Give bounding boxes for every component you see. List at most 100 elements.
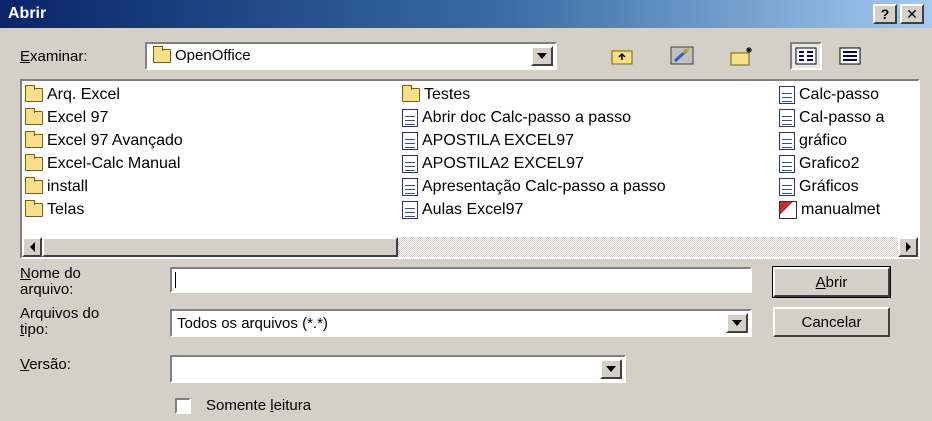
file-name: Excel 97 Avançado	[47, 132, 183, 149]
file-name: Apresentação Calc-passo a passo	[422, 178, 666, 195]
help-button[interactable]: ?	[873, 4, 897, 24]
open-button[interactable]: Abrir	[772, 266, 891, 298]
open-mnemonic: A	[815, 273, 826, 291]
up-folder-icon	[611, 50, 633, 65]
filetype-label-line1: Arquivos do	[20, 305, 100, 322]
filename-label-rest: ome do	[30, 265, 81, 282]
file-list-item[interactable]: install	[25, 175, 183, 198]
scroll-right-button[interactable]	[898, 237, 918, 257]
folder-icon	[25, 199, 43, 217]
arrow-left-icon	[29, 242, 35, 252]
version-mnemonic: V	[20, 356, 30, 373]
document-icon	[402, 108, 418, 127]
folder-icon	[25, 84, 43, 102]
file-list-item[interactable]: APOSTILA EXCEL97	[402, 129, 666, 152]
look-in-row: OpenOffice	[153, 46, 251, 64]
file-list-item[interactable]: Excel 97 Avançado	[25, 129, 183, 152]
filename-label-line2: arquivo:	[20, 281, 74, 298]
cancel-label: Cancelar	[801, 313, 862, 331]
file-list-item[interactable]: Testes	[402, 83, 666, 106]
file-column-2: Testes Abrir doc Calc-passo a passo APOSTI…	[402, 83, 666, 221]
document-icon	[779, 85, 795, 104]
arrow-right-icon	[905, 242, 911, 252]
file-list-item[interactable]: Aulas Excel97	[402, 198, 666, 221]
file-list-item[interactable]: Calc-passo	[779, 83, 884, 106]
list-view-button[interactable]	[790, 42, 822, 70]
look-in-label-rest: xaminar:	[30, 48, 88, 65]
readonly-label-pre: Somente	[206, 397, 271, 414]
filetype-dropdown-button[interactable]	[726, 313, 748, 333]
new-folder-button[interactable]	[726, 42, 758, 70]
file-name: Arq. Excel	[47, 86, 120, 103]
file-name: Excel 97	[47, 109, 109, 126]
file-name: Gráficos	[799, 178, 859, 195]
file-list-item[interactable]: Telas	[25, 198, 183, 221]
file-list[interactable]: Arq. Excel Excel 97 Excel 97 Avançado Excel…	[20, 79, 920, 259]
filename-label-line1: Nome do	[20, 266, 81, 282]
file-list-item[interactable]: Grafico2	[779, 152, 884, 175]
look-in-dropdown-button[interactable]	[531, 46, 553, 66]
file-name: manualmet	[801, 201, 881, 218]
version-label: Versão:	[20, 357, 71, 373]
document-icon	[402, 131, 418, 150]
open-label-rest: brir	[825, 273, 848, 291]
cancel-button[interactable]: Cancelar	[773, 307, 890, 337]
file-list-item[interactable]: Gráficos	[779, 175, 884, 198]
file-list-item[interactable]: Abrir doc Calc-passo a passo	[402, 106, 666, 129]
filetype-value: Todos os arquivos (*.*)	[177, 315, 328, 332]
image-file-icon	[779, 200, 797, 219]
filetype-select[interactable]: Todos os arquivos (*.*)	[170, 309, 752, 337]
file-name: Aulas Excel97	[422, 201, 524, 218]
list-view-icon	[795, 47, 817, 65]
look-in-label: Examinar:	[20, 49, 88, 65]
file-name: install	[47, 178, 88, 195]
file-name: Abrir doc Calc-passo a passo	[422, 109, 631, 126]
folder-icon	[402, 84, 420, 102]
folder-icon	[153, 46, 171, 64]
folder-icon	[25, 153, 43, 171]
version-select[interactable]	[170, 355, 626, 383]
version-label-rest: ersão:	[29, 356, 71, 373]
look-in-value: OpenOffice	[175, 47, 251, 64]
file-list-item[interactable]: Excel-Calc Manual	[25, 152, 183, 175]
horizontal-scrollbar[interactable]	[22, 237, 918, 257]
title-bar[interactable]: Abrir ? ✕	[0, 0, 932, 28]
filetype-label: Arquivos do tipo:	[20, 306, 99, 338]
version-dropdown-button[interactable]	[600, 359, 622, 379]
scrollbar-thumb[interactable]	[42, 237, 398, 257]
readonly-checkbox[interactable]	[175, 398, 191, 414]
file-list-item[interactable]: Cal-passo a	[779, 106, 884, 129]
file-list-item[interactable]: gráfico	[779, 129, 884, 152]
readonly-label[interactable]: Somente leitura	[206, 398, 311, 414]
file-list-item[interactable]: Arq. Excel	[25, 83, 183, 106]
desktop-icon	[670, 46, 694, 65]
file-name: gráfico	[799, 132, 848, 149]
file-list-item[interactable]: APOSTILA2 EXCEL97	[402, 152, 666, 175]
desktop-button[interactable]	[666, 42, 698, 70]
file-name: Excel-Calc Manual	[47, 155, 181, 172]
folder-icon	[25, 107, 43, 125]
folder-icon	[25, 130, 43, 148]
document-icon	[779, 154, 795, 173]
file-column-3: Calc-passo Cal-passo a gráfico Grafico2 Gráf…	[779, 83, 884, 221]
filename-label: Nome do arquivo:	[20, 266, 81, 298]
close-button[interactable]: ✕	[900, 4, 924, 24]
file-list-item[interactable]: Excel 97	[25, 106, 183, 129]
file-list-item[interactable]: Apresentação Calc-passo a passo	[402, 175, 666, 198]
file-list-item[interactable]: manualmet	[779, 198, 884, 221]
window-title: Abrir	[8, 5, 47, 22]
scroll-left-button[interactable]	[22, 237, 42, 257]
file-name: Grafico2	[799, 155, 860, 172]
look-in-combo[interactable]: OpenOffice	[145, 42, 557, 70]
file-list-content: Arq. Excel Excel 97 Excel 97 Avançado Excel…	[25, 83, 915, 235]
file-column-1: Arq. Excel Excel 97 Excel 97 Avançado Excel…	[25, 83, 183, 221]
look-in-mnemonic: E	[20, 48, 31, 65]
chevron-down-icon	[732, 320, 742, 326]
document-icon	[779, 177, 795, 196]
filename-input[interactable]	[170, 267, 752, 293]
up-folder-button[interactable]	[606, 42, 638, 70]
file-name: Cal-passo a	[799, 109, 885, 126]
details-view-button[interactable]	[834, 42, 866, 70]
document-icon	[779, 131, 795, 150]
file-name: APOSTILA EXCEL97	[422, 132, 575, 149]
